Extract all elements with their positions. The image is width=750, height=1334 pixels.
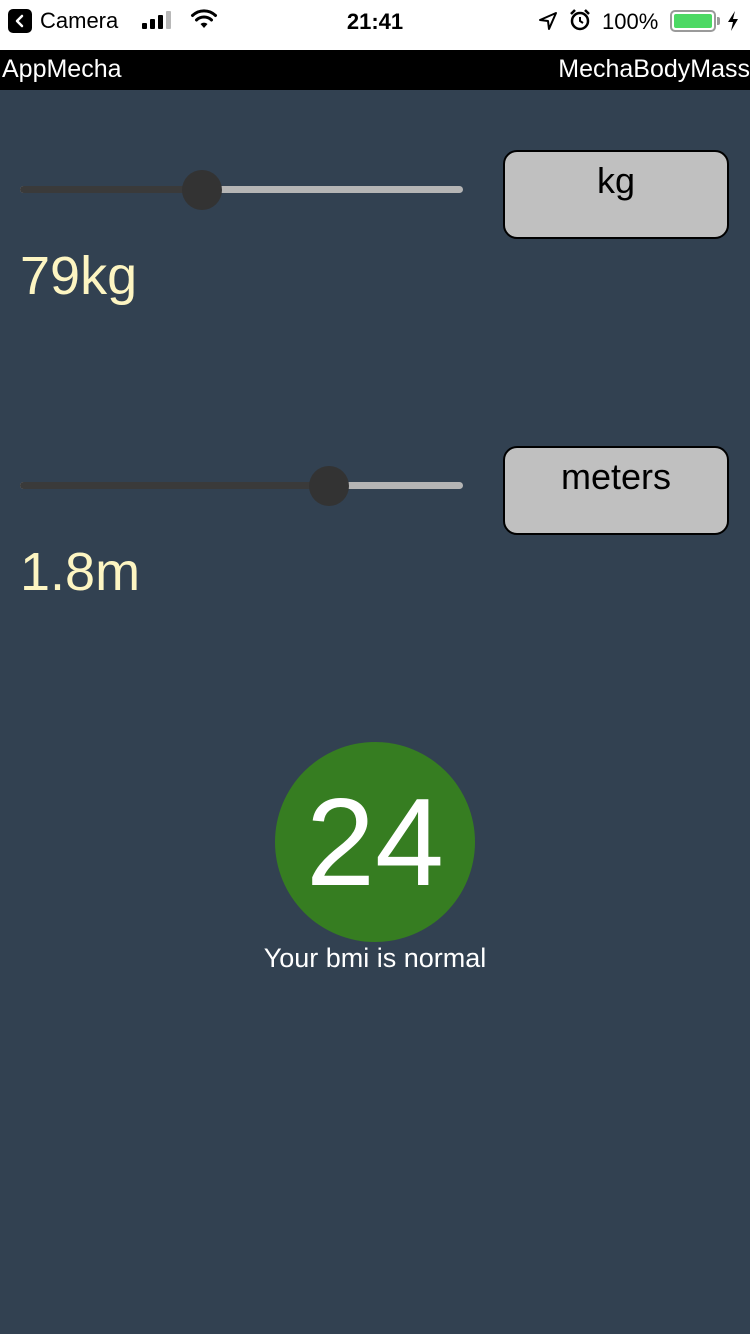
height-slider[interactable] <box>20 466 463 506</box>
weight-slider[interactable] <box>20 170 463 210</box>
battery-percent: 100% <box>602 9 659 34</box>
alarm-icon <box>568 8 592 38</box>
location-icon <box>537 10 559 38</box>
height-value-label: 1.8m <box>20 542 141 602</box>
app-bar: AppMecha MechaBodyMass <box>0 50 750 90</box>
battery-tip <box>717 17 720 25</box>
battery-fill <box>674 14 712 28</box>
battery-icon <box>670 10 716 32</box>
weight-slider-track-fill <box>20 186 202 193</box>
charging-icon <box>726 9 740 39</box>
status-bar: Camera 21:41 100% <box>0 0 750 50</box>
weight-slider-thumb[interactable] <box>181 170 222 210</box>
height-slider-track-fill <box>20 482 329 489</box>
weight-value-label: 79kg <box>20 246 138 306</box>
bmi-value: 24 <box>306 774 444 912</box>
bmi-message: Your bmi is normal <box>263 943 487 973</box>
bmi-result-circle: 24 <box>275 742 475 942</box>
app-title-left: AppMecha <box>2 55 122 83</box>
weight-unit-button[interactable]: kg <box>503 150 729 239</box>
height-unit-button[interactable]: meters <box>503 446 729 535</box>
height-slider-thumb[interactable] <box>308 466 349 506</box>
app-title-right: MechaBodyMass <box>558 55 750 83</box>
